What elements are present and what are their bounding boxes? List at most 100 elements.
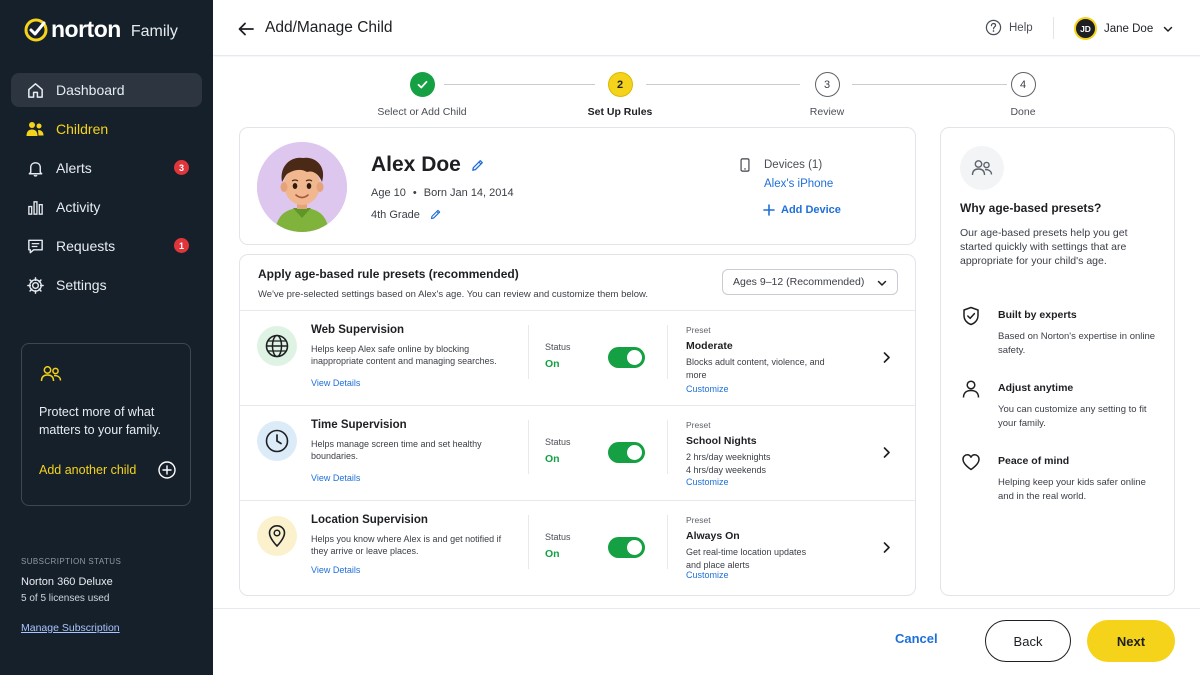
step-label: Select or Add Child xyxy=(377,106,467,118)
preset-name: Moderate xyxy=(686,340,733,352)
child-profile-card: Alex Doe Age 10 • Born Jan 14, 2014 4th Gr… xyxy=(239,127,916,245)
chevron-down-icon xyxy=(877,280,887,286)
sidebar-item-requests[interactable]: Requests 1 xyxy=(11,229,202,263)
age-range-value: Ages 9–12 (Recommended) xyxy=(733,276,865,288)
next-button[interactable]: Next xyxy=(1087,620,1175,662)
sidebar-item-settings[interactable]: Settings xyxy=(11,268,202,302)
sidebar-item-label: Settings xyxy=(56,277,107,293)
add-another-child-label: Add another child xyxy=(39,463,137,477)
feature-description: You can customize any setting to fit you… xyxy=(998,404,1147,429)
step-set-up-rules[interactable]: 2 Set Up Rules xyxy=(550,72,690,118)
step-complete-check-icon xyxy=(409,72,435,97)
rule-name: Location Supervision xyxy=(311,514,428,526)
help-label: Help xyxy=(1009,21,1033,34)
rule-name: Time Supervision xyxy=(311,419,407,431)
child-grade-row: 4th Grade xyxy=(371,208,442,221)
heart-icon xyxy=(962,454,980,471)
status-caption: Status xyxy=(545,532,571,542)
rule-description: Helps keep Alex safe online by blocking … xyxy=(311,344,497,366)
sidebar-item-label: Children xyxy=(56,121,109,137)
rule-icon-circle xyxy=(257,421,297,461)
manage-subscription-link[interactable]: Manage Subscription xyxy=(21,622,201,634)
devices-count-label: Devices (1) xyxy=(764,159,823,171)
globe-icon xyxy=(265,334,289,358)
sidebar: norton Family Dashboard Children Alerts … xyxy=(0,0,213,675)
rule-description: Helps manage screen time and set healthy… xyxy=(311,439,482,461)
view-details-link[interactable]: View Details xyxy=(311,565,360,575)
time-supervision-toggle[interactable] xyxy=(608,442,645,463)
step-label: Done xyxy=(1010,106,1036,118)
customize-link[interactable]: Customize xyxy=(686,384,729,394)
customize-link[interactable]: Customize xyxy=(686,477,729,487)
chevron-right-icon[interactable] xyxy=(880,541,893,554)
chevron-right-icon[interactable] xyxy=(880,351,893,364)
children-icon xyxy=(25,119,45,139)
step-select-or-add-child[interactable]: Select or Add Child xyxy=(352,72,492,118)
sidebar-item-activity[interactable]: Activity xyxy=(11,190,202,224)
header-divider xyxy=(1053,17,1054,39)
preset-caption: Preset xyxy=(686,515,711,525)
sidebar-item-children[interactable]: Children xyxy=(11,112,202,146)
add-device-label: Add Device xyxy=(781,204,841,216)
step-review[interactable]: 3 Review xyxy=(757,72,897,118)
edit-grade-pencil-icon[interactable] xyxy=(429,208,442,221)
user-menu[interactable]: JD Jane Doe xyxy=(1074,17,1174,40)
customize-link[interactable]: Customize xyxy=(686,570,729,580)
device-link[interactable]: Alex's iPhone xyxy=(764,178,841,190)
rule-icon-circle xyxy=(257,516,297,556)
step-label: Set Up Rules xyxy=(587,106,653,118)
help-button[interactable]: Help xyxy=(985,19,1033,36)
feature-description: Helping keep your kids safer online and … xyxy=(998,477,1146,502)
column-divider xyxy=(667,420,668,474)
chevron-right-icon[interactable] xyxy=(880,446,893,459)
devices-header: Devices (1) xyxy=(739,158,841,172)
view-details-link[interactable]: View Details xyxy=(311,378,360,388)
home-icon xyxy=(25,80,45,100)
license-usage: 5 of 5 licenses used xyxy=(21,593,110,604)
view-details-link[interactable]: View Details xyxy=(311,473,360,483)
back-arrow-icon[interactable] xyxy=(237,20,255,38)
preset-caption: Preset xyxy=(686,420,711,430)
child-avatar xyxy=(257,142,347,232)
user-name: Jane Doe xyxy=(1104,22,1154,35)
sidebar-item-dashboard[interactable]: Dashboard xyxy=(11,73,202,107)
feature-title: Peace of mind xyxy=(998,455,1070,467)
edit-name-pencil-icon[interactable] xyxy=(470,158,485,173)
add-device-button[interactable]: Add Device xyxy=(763,204,841,216)
requests-count-badge: 1 xyxy=(174,238,189,253)
separator-dot: • xyxy=(412,187,417,199)
toggle-knob xyxy=(627,350,642,365)
chevron-down-icon xyxy=(1163,26,1173,32)
feature-description: Based on Norton's expertise in online sa… xyxy=(998,331,1156,356)
family-icon xyxy=(40,366,62,382)
cancel-button[interactable]: Cancel xyxy=(895,631,938,646)
column-divider xyxy=(528,420,529,474)
norton-logo[interactable]: norton Family xyxy=(24,16,178,43)
plus-icon xyxy=(763,204,775,216)
alerts-count-badge: 3 xyxy=(174,160,189,175)
family-icon xyxy=(960,146,1004,190)
step-done[interactable]: 4 Done xyxy=(953,72,1093,118)
web-supervision-toggle[interactable] xyxy=(608,347,645,368)
add-another-child-button[interactable]: Add another child xyxy=(39,461,176,479)
why-description: Our age-based presets help you get start… xyxy=(960,227,1128,267)
rule-row-web-supervision[interactable]: Web Supervision Helps keep Alex safe onl… xyxy=(240,310,915,405)
plus-circle-icon xyxy=(158,461,176,479)
sidebar-item-alerts[interactable]: Alerts 3 xyxy=(11,151,202,185)
subscription-caption: SUBSCRIPTION STATUS xyxy=(21,557,122,566)
location-supervision-toggle[interactable] xyxy=(608,537,645,558)
child-name-row: Alex Doe xyxy=(371,153,485,177)
age-range-select[interactable]: Ages 9–12 (Recommended) xyxy=(722,269,898,295)
step-label: Review xyxy=(809,106,845,118)
child-grade: 4th Grade xyxy=(371,208,420,221)
top-bar: Add/Manage Child Help JD Jane Doe xyxy=(213,0,1200,56)
back-button[interactable]: Back xyxy=(985,620,1071,662)
rule-row-time-supervision[interactable]: Time Supervision Helps manage screen tim… xyxy=(240,405,915,500)
rule-row-location-supervision[interactable]: Location Supervision Helps you know wher… xyxy=(240,500,915,595)
rule-description: Helps you know where Alex is and get not… xyxy=(311,534,502,556)
feature-title: Adjust anytime xyxy=(998,382,1074,394)
sidebar-item-label: Alerts xyxy=(56,160,92,176)
status-caption: Status xyxy=(545,342,571,352)
shield-check-icon xyxy=(963,306,979,326)
rule-presets-card: Apply age-based rule presets (recommende… xyxy=(239,254,916,596)
